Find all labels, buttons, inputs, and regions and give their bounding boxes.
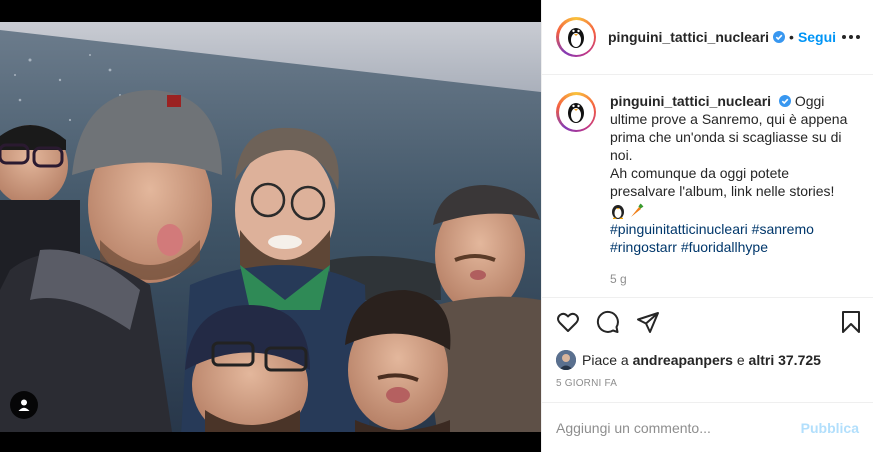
hashtag-link[interactable]: #fuoridallhype <box>681 239 768 255</box>
comment-input[interactable] <box>556 419 801 436</box>
likes-prefix: Piace a <box>582 352 629 368</box>
username[interactable]: pinguini_tattici_nucleari <box>608 29 769 45</box>
more-options-icon[interactable] <box>836 29 866 45</box>
likes-conjunction: e <box>736 352 745 368</box>
liker-username[interactable]: andreapanpers <box>633 352 733 368</box>
publish-button[interactable]: Pubblica <box>801 420 859 436</box>
hashtag-link[interactable]: #ringostarr <box>610 239 677 255</box>
penguin-logo-icon <box>558 19 594 55</box>
user-tag-icon[interactable] <box>10 391 38 419</box>
hashtag-link[interactable]: #sanremo <box>752 221 814 237</box>
carrot-emoji <box>631 203 644 217</box>
hashtag-link[interactable]: #pinguinitatticinucleari <box>610 221 748 237</box>
avatar[interactable] <box>556 17 596 57</box>
band-selfie-image <box>0 0 541 452</box>
comment-icon[interactable] <box>596 310 620 334</box>
avatar[interactable] <box>556 92 596 132</box>
post-header: pinguini_tattici_nucleari • Segui <box>542 0 873 75</box>
follow-button[interactable]: Segui <box>798 29 836 45</box>
username[interactable]: pinguini_tattici_nucleari <box>610 93 771 109</box>
caption-text: pinguini_tattici_nucleari Oggi ultime pr… <box>610 92 850 164</box>
likes-count[interactable]: altri 37.725 <box>749 352 821 368</box>
avatar[interactable] <box>556 350 576 370</box>
caption-comment: pinguini_tattici_nucleari Oggi ultime pr… <box>542 76 873 296</box>
likes-summary: Piace a andreapanpers e altri 37.725 <box>556 350 863 370</box>
verified-badge-icon <box>773 31 786 43</box>
post-photo[interactable] <box>0 0 541 452</box>
post-date[interactable]: 5 GIORNI FA <box>556 378 863 389</box>
comment-time[interactable]: 5 g <box>610 270 850 288</box>
penguin-logo-icon <box>558 94 594 130</box>
bookmark-icon[interactable] <box>839 310 863 334</box>
caption-line-2: Ah comunque da oggi potete presalvare l'… <box>610 165 835 199</box>
separator: • <box>789 29 794 45</box>
verified-badge-icon <box>778 95 791 107</box>
heart-icon[interactable] <box>556 310 580 334</box>
penguin-emoji <box>612 205 624 219</box>
paper-plane-icon[interactable] <box>636 310 660 334</box>
add-comment-bar: Pubblica <box>542 402 873 452</box>
post-details-panel: pinguini_tattici_nucleari • Segui pingui… <box>541 0 873 452</box>
